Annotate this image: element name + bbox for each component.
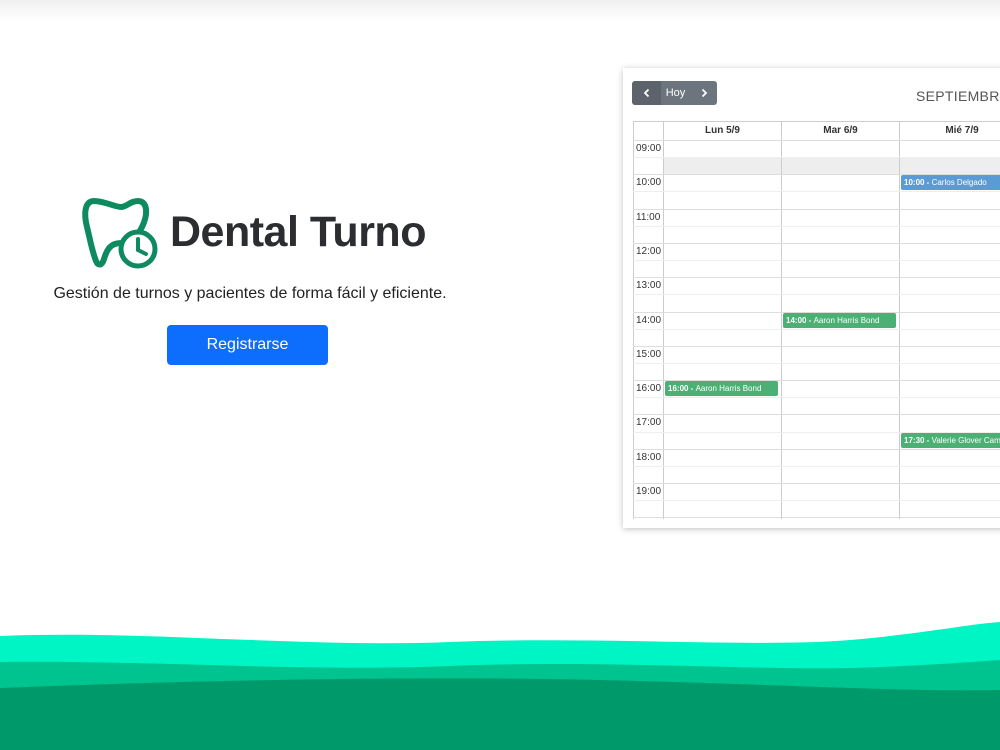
register-button[interactable]: Registrarse <box>167 325 328 365</box>
appointment-event[interactable]: 14:00 - Aaron Harris Bond <box>783 312 896 328</box>
hour-row[interactable] <box>633 140 1000 141</box>
half-hour-row[interactable] <box>633 191 1000 193</box>
half-hour-row[interactable] <box>633 260 1000 262</box>
appointment-event[interactable]: 16:00 - Aaron Harris Bond <box>665 381 778 397</box>
event-patient-name: Aaron Harris Bond <box>813 315 880 325</box>
time-label: 14:00 <box>636 314 662 326</box>
highlighted-slot <box>663 157 1000 174</box>
hour-row[interactable] <box>633 242 1000 244</box>
appointment-event[interactable]: 10:00 - Carlos Delgado <box>901 175 1000 191</box>
half-hour-row[interactable] <box>633 362 1000 364</box>
day-header: Lun 5/9 <box>663 122 781 140</box>
calendar-toolbar: Hoy <box>632 81 717 105</box>
hour-row[interactable] <box>633 208 1000 210</box>
time-label: 18:00 <box>636 451 662 463</box>
half-hour-row[interactable] <box>633 225 1000 227</box>
half-hour-row[interactable] <box>633 500 1000 502</box>
week-grid: Lun 5/9 Mar 6/9 Mié 7/9 09:00 10:00 11:00 1… <box>633 121 1000 521</box>
time-label: 16:00 <box>636 383 662 395</box>
half-hour-row[interactable] <box>633 294 1000 296</box>
wave-decoration <box>0 622 1000 750</box>
grid-column-line <box>781 121 782 519</box>
brand: Dental Turno <box>82 193 426 271</box>
time-label: 13:00 <box>636 280 662 292</box>
event-patient-name: Valerie Glover Cam <box>931 435 1000 445</box>
event-patient-name: Aaron Harris Bond <box>695 384 762 394</box>
appointment-event[interactable]: 17:30 - Valerie Glover Cam <box>901 432 1000 448</box>
chevron-left-icon <box>643 88 649 98</box>
event-time: 14:00 - <box>786 315 814 325</box>
event-time: 16:00 - <box>668 384 696 394</box>
prev-week-button[interactable] <box>632 81 661 105</box>
tagline: Gestión de turnos y pacientes de forma f… <box>53 285 447 302</box>
event-patient-name: Carlos Delgado <box>931 178 987 188</box>
calendar-preview: Hoy SEPTIEMBRE Lun 5/9 Mar 6/9 Mié 7/9 0… <box>623 68 1000 528</box>
header-shadow <box>0 0 1000 22</box>
day-header-row: Lun 5/9 Mar 6/9 Mié 7/9 <box>633 121 1000 140</box>
time-label: 11:00 <box>636 211 661 223</box>
grid-column-line <box>633 121 634 519</box>
tooth-clock-logo-icon <box>82 198 158 269</box>
today-button[interactable]: Hoy <box>661 81 690 105</box>
grid-column-line <box>663 121 664 519</box>
hour-row[interactable] <box>633 414 1000 416</box>
grid-bottom-line <box>633 517 1000 519</box>
time-label: 09:00 <box>636 143 662 154</box>
time-label: 15:00 <box>636 348 662 360</box>
time-label: 17:00 <box>636 417 662 429</box>
event-time: 10:00 - <box>904 178 932 188</box>
hour-row[interactable] <box>633 448 1000 450</box>
half-hour-row[interactable] <box>633 157 1000 159</box>
hour-row[interactable] <box>633 483 1000 484</box>
grid-column-line <box>899 121 900 519</box>
next-week-button[interactable] <box>690 81 717 105</box>
chevron-right-icon <box>701 88 707 98</box>
half-hour-row[interactable] <box>633 465 1000 467</box>
day-header: Mié 7/9 <box>899 122 1000 140</box>
month-title: SEPTIEMBRE <box>916 88 1000 104</box>
half-hour-row[interactable] <box>633 328 1000 330</box>
time-label: 19:00 <box>636 486 662 497</box>
half-hour-row[interactable] <box>633 397 1000 399</box>
hour-row[interactable] <box>633 277 1000 279</box>
time-label: 12:00 <box>636 245 662 257</box>
hour-row[interactable] <box>633 345 1000 347</box>
app-name: Dental Turno <box>170 207 426 256</box>
time-label: 10:00 <box>636 177 662 189</box>
event-time: 17:30 - <box>904 435 932 445</box>
day-header: Mar 6/9 <box>781 122 899 140</box>
